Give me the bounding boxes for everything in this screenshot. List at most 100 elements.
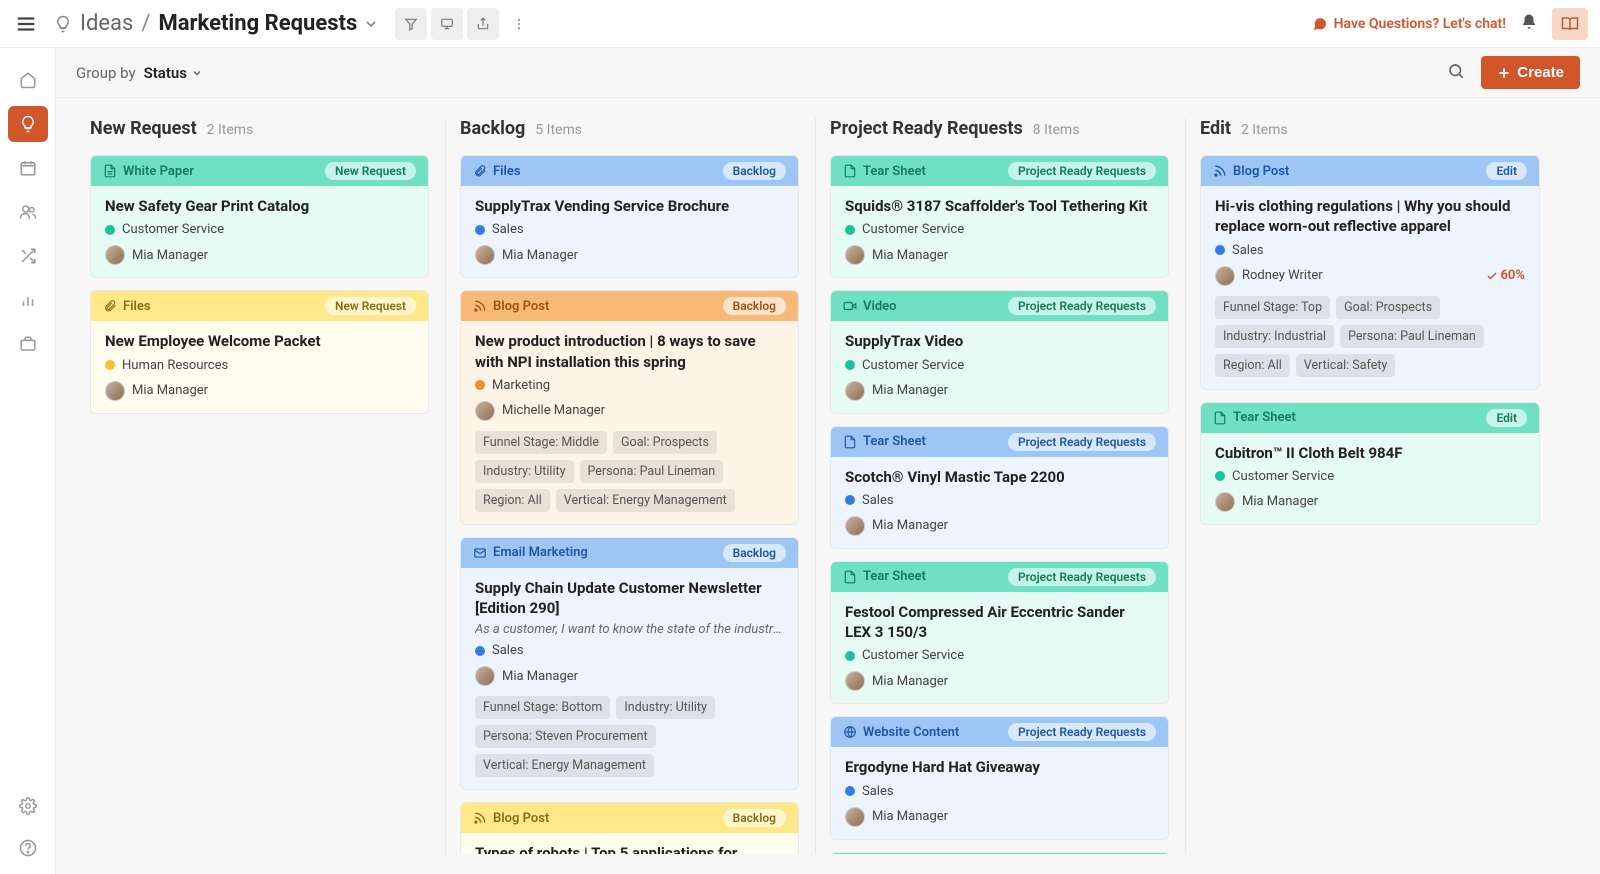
mail-icon — [473, 546, 487, 560]
column-body[interactable]: White Paper New Request New Safety Gear … — [90, 155, 431, 854]
sidebar — [0, 48, 56, 874]
board-card[interactable]: Blog Post Edit Hi-vis clothing regulatio… — [1200, 155, 1540, 390]
card-department: Marketing — [475, 378, 784, 393]
card-owner: Rodney Writer60% — [1215, 266, 1525, 286]
board-card[interactable]: Tear Sheet Project Ready Requests Festoo… — [830, 561, 1169, 705]
tag[interactable]: Goal: Prospects — [613, 431, 717, 454]
card-body: New product introduction | 8 ways to sav… — [461, 321, 798, 524]
kanban-board[interactable]: New Request2 Items White Paper New Reque… — [56, 98, 1600, 874]
card-title: Scotch® Vinyl Mastic Tape 2200 — [845, 467, 1154, 487]
board-card[interactable]: Tear Sheet Project Ready Requests Squids… — [830, 155, 1169, 278]
card-header: Blog Post Backlog — [461, 291, 798, 321]
tag[interactable]: Goal: Prospects — [1336, 296, 1440, 319]
search-button[interactable] — [1447, 62, 1465, 84]
card-department: Customer Service — [845, 222, 1154, 237]
chat-link[interactable]: Have Questions? Let's chat! — [1312, 16, 1506, 32]
status-chip: New Request — [325, 297, 416, 315]
tag[interactable]: Vertical: Energy Management — [475, 754, 654, 777]
card-department: Sales — [475, 643, 784, 658]
sidebar-item-help[interactable] — [8, 830, 48, 866]
dept-dot-icon — [475, 225, 485, 235]
tag[interactable]: Persona: Steven Procurement — [475, 725, 656, 748]
dept-dot-icon — [105, 225, 115, 235]
sidebar-item-settings[interactable] — [8, 788, 48, 824]
check-icon — [1486, 270, 1498, 282]
board-card[interactable]: Files Backlog SupplyTrax Vending Service… — [460, 155, 799, 278]
board-card[interactable]: Files New Request New Employee Welcome P… — [90, 290, 429, 413]
tag[interactable]: Region: All — [1215, 354, 1290, 377]
sidebar-item-shuffle[interactable] — [8, 238, 48, 274]
sidebar-item-calendar[interactable] — [8, 150, 48, 186]
tag[interactable]: Industry: Industrial — [1215, 325, 1334, 348]
card-title: Cubitron™ II Cloth Belt 984F — [1215, 443, 1525, 463]
help-icon — [19, 839, 37, 857]
tag[interactable]: Funnel Stage: Bottom — [475, 696, 610, 719]
chevron-down-icon[interactable] — [363, 16, 379, 32]
card-header: Tear Sheet Project Ready Requests — [831, 427, 1168, 457]
video-icon — [843, 299, 857, 313]
shuffle-icon — [19, 247, 37, 265]
dept-dot-icon — [1215, 471, 1225, 481]
sidebar-item-analytics[interactable] — [8, 282, 48, 318]
tag[interactable]: Industry: Utility — [616, 696, 715, 719]
guide-button[interactable] — [1552, 8, 1588, 40]
card-tags: Funnel Stage: Bottom Industry: Utility Per… — [475, 696, 784, 777]
avatar — [845, 671, 865, 691]
dept-name: Marketing — [492, 378, 550, 393]
board-card[interactable]: Tear Sheet Project Ready Requests Scotch… — [830, 852, 1169, 855]
sidebar-item-team[interactable] — [8, 194, 48, 230]
board-card[interactable]: Email Marketing Backlog Supply Chain Upd… — [460, 537, 799, 791]
card-title: Ergodyne Hard Hat Giveaway — [845, 757, 1154, 777]
avatar — [845, 516, 865, 536]
breadcrumb-root[interactable]: Ideas — [80, 11, 133, 36]
card-title: New Safety Gear Print Catalog — [105, 196, 414, 216]
group-by-dropdown[interactable]: Status — [144, 64, 203, 82]
menu-toggle[interactable] — [12, 10, 40, 38]
board-card[interactable]: Video Project Ready Requests SupplyTrax … — [830, 290, 1169, 413]
tag[interactable]: Persona: Paul Lineman — [1340, 325, 1484, 348]
card-owner: Mia Manager — [845, 807, 1154, 827]
card-type-label: Tear Sheet — [863, 434, 926, 449]
column-body[interactable]: Blog Post Edit Hi-vis clothing regulatio… — [1200, 155, 1542, 854]
board-card[interactable]: Website Content Project Ready Requests E… — [830, 716, 1169, 839]
card-type-label: Blog Post — [1233, 164, 1289, 179]
create-button[interactable]: Create — [1481, 56, 1580, 89]
card-body: SupplyTrax Vending Service Brochure Sale… — [461, 186, 798, 277]
tag[interactable]: Funnel Stage: Top — [1215, 296, 1330, 319]
tag[interactable]: Persona: Paul Lineman — [580, 460, 724, 483]
sidebar-item-home[interactable] — [8, 62, 48, 98]
filter-button[interactable] — [395, 8, 427, 40]
tag[interactable]: Vertical: Energy Management — [556, 489, 735, 512]
status-chip: Backlog — [723, 809, 786, 827]
tag[interactable]: Region: All — [475, 489, 550, 512]
file-icon — [843, 570, 857, 584]
sidebar-item-briefcase[interactable] — [8, 326, 48, 362]
book-icon — [1561, 15, 1579, 33]
status-chip: Project Ready Requests — [1008, 162, 1156, 180]
card-body: Types of robots | Top 5 applications for… — [461, 833, 798, 854]
card-department: Customer Service — [845, 358, 1154, 373]
dept-name: Sales — [862, 493, 894, 508]
sidebar-item-ideas[interactable] — [8, 106, 48, 142]
breadcrumb-current[interactable]: Marketing Requests — [158, 11, 357, 36]
display-button[interactable] — [431, 8, 463, 40]
tag[interactable]: Vertical: Safety — [1296, 354, 1396, 377]
notifications-button[interactable] — [1520, 13, 1538, 35]
share-button[interactable] — [467, 8, 499, 40]
dept-dot-icon — [845, 225, 855, 235]
card-body: Ergodyne Hard Hat Giveaway Sales Mia Man… — [831, 747, 1168, 838]
column-body[interactable]: Files Backlog SupplyTrax Vending Service… — [460, 155, 801, 854]
card-body: Festool Compressed Air Eccentric Sander … — [831, 592, 1168, 704]
more-button[interactable] — [503, 8, 535, 40]
card-body: New Employee Welcome Packet Human Resour… — [91, 321, 428, 412]
tag[interactable]: Industry: Utility — [475, 460, 574, 483]
board-card[interactable]: Blog Post Backlog New product introducti… — [460, 290, 799, 525]
board-card[interactable]: White Paper New Request New Safety Gear … — [90, 155, 429, 278]
tag[interactable]: Funnel Stage: Middle — [475, 431, 607, 454]
column-body[interactable]: Tear Sheet Project Ready Requests Squids… — [830, 155, 1171, 854]
breadcrumb: Ideas / Marketing Requests — [54, 11, 379, 36]
board-card[interactable]: Blog Post Backlog Types of robots | Top … — [460, 802, 799, 854]
breadcrumb-separator: / — [141, 11, 150, 36]
board-card[interactable]: Tear Sheet Project Ready Requests Scotch… — [830, 426, 1169, 549]
board-card[interactable]: Tear Sheet Edit Cubitron™ II Cloth Belt … — [1200, 402, 1540, 525]
